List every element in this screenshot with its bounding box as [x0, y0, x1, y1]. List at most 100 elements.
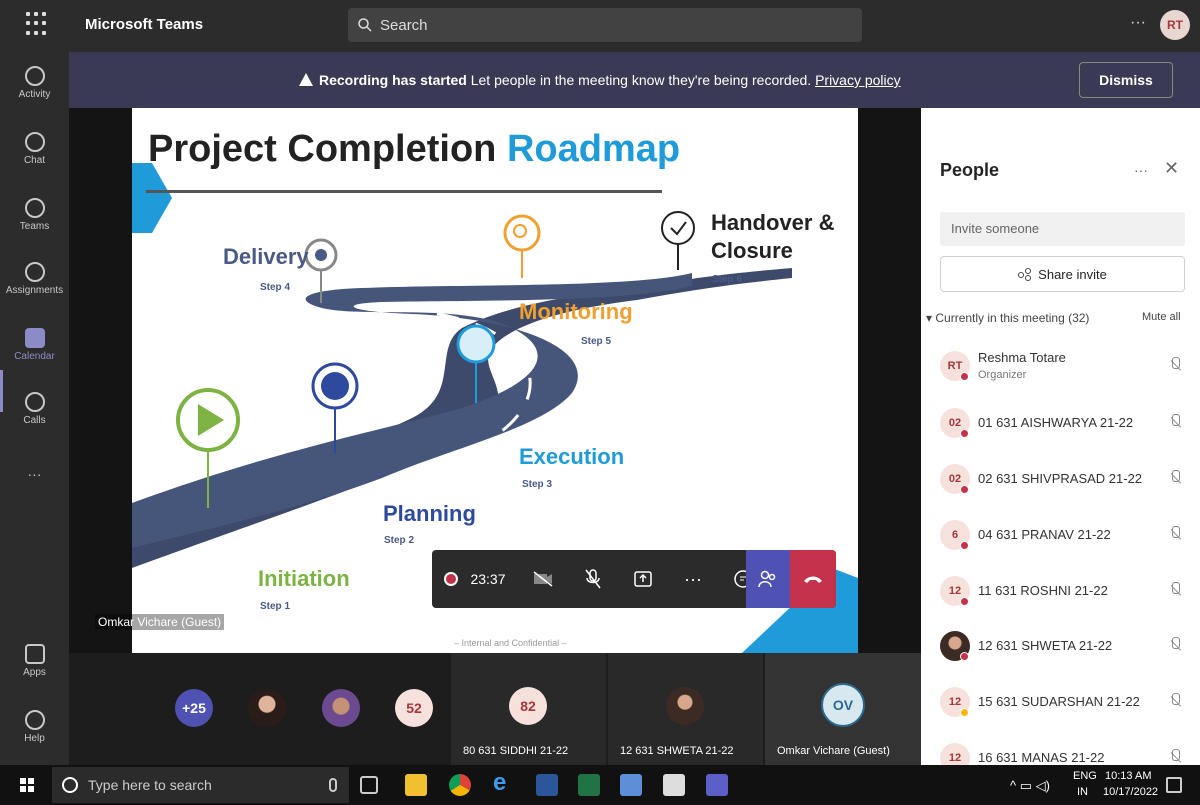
- title-bar: Microsoft Teams Search ··· RT: [0, 0, 1200, 52]
- step-6-label: Step 6: [712, 274, 743, 285]
- mic-off-icon[interactable]: [1168, 414, 1182, 432]
- rail-label: Teams: [19, 221, 50, 232]
- word-icon[interactable]: [536, 774, 558, 796]
- participant-avatar: OV: [821, 683, 865, 727]
- step-5-label: Step 5: [581, 336, 612, 347]
- taskbar-search-input[interactable]: Type here to search: [52, 767, 349, 803]
- tray-icons[interactable]: ^ ▭ ◁): [1010, 778, 1050, 794]
- edge-icon[interactable]: e: [493, 769, 515, 796]
- step-initiation: Initiation: [258, 566, 350, 591]
- participant-row[interactable]: 02 02 631 SHIVPRASAD 21-22: [940, 458, 1185, 502]
- participant-photo-avatar: [666, 687, 704, 725]
- mic-off-icon[interactable]: [1168, 749, 1182, 765]
- meeting-section-header[interactable]: ▾ Currently in this meeting (32): [926, 311, 1089, 325]
- file-explorer-icon[interactable]: [405, 774, 427, 796]
- participant-photo-avatar[interactable]: [248, 689, 286, 727]
- participant-row[interactable]: 6 04 631 PRANAV 21-22: [940, 514, 1185, 558]
- banner-message: Recording has started Let people in the …: [299, 72, 901, 88]
- participant-name: 16 631 MANAS 21-22: [978, 750, 1105, 765]
- participant-name: 12 631 SHWETA 21-22: [620, 745, 734, 757]
- participant-name: 01 631 AISHWARYA 21-22: [978, 415, 1134, 430]
- participant-row[interactable]: 12 11 631 ROSHNI 21-22: [940, 570, 1185, 614]
- rail-teams[interactable]: Teams: [0, 198, 69, 232]
- status-icon: [960, 541, 969, 550]
- microphone-icon[interactable]: [329, 778, 337, 792]
- camera-off-icon: [533, 571, 553, 587]
- rail-calls[interactable]: Calls: [0, 392, 69, 426]
- rail-apps[interactable]: Apps: [0, 644, 69, 678]
- notepad-icon[interactable]: [620, 774, 642, 796]
- photos-icon[interactable]: [663, 774, 685, 796]
- privacy-policy-link[interactable]: Privacy policy: [815, 72, 901, 88]
- more-options-icon[interactable]: ···: [1134, 162, 1148, 178]
- mic-off-icon[interactable]: [1168, 526, 1182, 544]
- mic-off-icon[interactable]: [1168, 582, 1182, 600]
- rail-label: Help: [24, 733, 45, 744]
- status-icon: [960, 429, 969, 438]
- share-invite-button[interactable]: Share invite: [940, 256, 1185, 292]
- invite-input[interactable]: Invite someone: [940, 212, 1185, 246]
- task-view-icon[interactable]: [360, 776, 378, 794]
- taskbar-search-placeholder: Type here to search: [88, 777, 212, 793]
- search-icon: [358, 18, 372, 32]
- notifications-icon[interactable]: [1166, 777, 1182, 793]
- rail-calendar[interactable]: Calendar: [0, 328, 69, 362]
- participant-photo-avatar[interactable]: [322, 689, 360, 727]
- participant-row[interactable]: 02 01 631 AISHWARYA 21-22: [940, 402, 1185, 446]
- rail-activity[interactable]: Activity: [0, 66, 69, 100]
- participant-tile[interactable]: 82 80 631 SIDDHI 21-22: [451, 653, 606, 765]
- step-3-label: Step 3: [522, 479, 553, 490]
- banner-text: Let people in the meeting know they're b…: [470, 72, 812, 88]
- status-icon: [960, 372, 969, 381]
- participant-row[interactable]: RT Reshma Totare Organizer: [940, 345, 1185, 389]
- teams-taskbar-icon[interactable]: [706, 774, 728, 796]
- participant-avatar: 12: [940, 743, 970, 765]
- participant-row[interactable]: 12 16 631 MANAS 21-22: [940, 737, 1185, 765]
- camera-off-button[interactable]: [518, 550, 568, 608]
- more-actions-button[interactable]: ···: [668, 550, 718, 608]
- user-avatar[interactable]: RT: [1160, 10, 1190, 40]
- more-options-icon[interactable]: ···: [1130, 14, 1146, 32]
- more-icon: ···: [27, 466, 42, 482]
- windows-start-icon[interactable]: [20, 778, 34, 792]
- mic-off-icon[interactable]: [1168, 637, 1182, 655]
- clock-time[interactable]: 10:13 AM: [1105, 770, 1151, 782]
- hang-up-button[interactable]: [790, 550, 836, 608]
- phone-icon: [24, 392, 45, 412]
- participant-avatar[interactable]: 52: [395, 689, 433, 727]
- step-2-label: Step 2: [384, 535, 415, 546]
- rail-chat[interactable]: Chat: [0, 132, 69, 166]
- people-button[interactable]: [746, 550, 790, 608]
- app-launcher-icon[interactable]: [26, 12, 50, 36]
- recording-dot-icon: [444, 572, 459, 586]
- close-icon[interactable]: ✕: [1164, 158, 1179, 179]
- windows-taskbar: Type here to search e ^ ▭ ◁) ENG IN 10:1…: [0, 765, 1200, 805]
- mic-off-icon[interactable]: [1168, 693, 1182, 711]
- excel-icon[interactable]: [578, 774, 600, 796]
- mic-off-icon[interactable]: [1168, 357, 1182, 375]
- mute-all-button[interactable]: Mute all: [1142, 311, 1181, 323]
- language-indicator[interactable]: ENG: [1073, 770, 1097, 782]
- participant-tile[interactable]: 12 631 SHWETA 21-22: [608, 653, 763, 765]
- participant-name: 12 631 SHWETA 21-22: [978, 638, 1113, 653]
- slide-title: Project Completion Roadmap: [148, 128, 680, 171]
- rail-assignments[interactable]: Assignments: [0, 262, 69, 296]
- overflow-participants-avatar[interactable]: +25: [175, 689, 213, 727]
- step-monitoring: Monitoring: [519, 299, 633, 324]
- chrome-icon[interactable]: [449, 774, 471, 796]
- participant-row[interactable]: 12 15 631 SUDARSHAN 21-22: [940, 681, 1185, 725]
- rail-more[interactable]: ···: [0, 466, 69, 482]
- participant-tile[interactable]: OV Omkar Vichare (Guest): [765, 653, 921, 765]
- share-button[interactable]: [618, 550, 668, 608]
- dismiss-button[interactable]: Dismiss: [1079, 62, 1173, 98]
- mic-off-button[interactable]: [568, 550, 618, 608]
- participant-row[interactable]: 12 631 SHWETA 21-22: [940, 625, 1185, 669]
- mic-off-icon[interactable]: [1168, 470, 1182, 488]
- search-input[interactable]: Search: [348, 8, 862, 42]
- rail-help[interactable]: Help: [0, 710, 69, 744]
- status-icon: [960, 597, 969, 606]
- check-marker: [661, 211, 695, 245]
- rail-label: Assignments: [5, 285, 64, 296]
- apps-icon: [24, 644, 45, 664]
- step-1-label: Step 1: [260, 601, 291, 612]
